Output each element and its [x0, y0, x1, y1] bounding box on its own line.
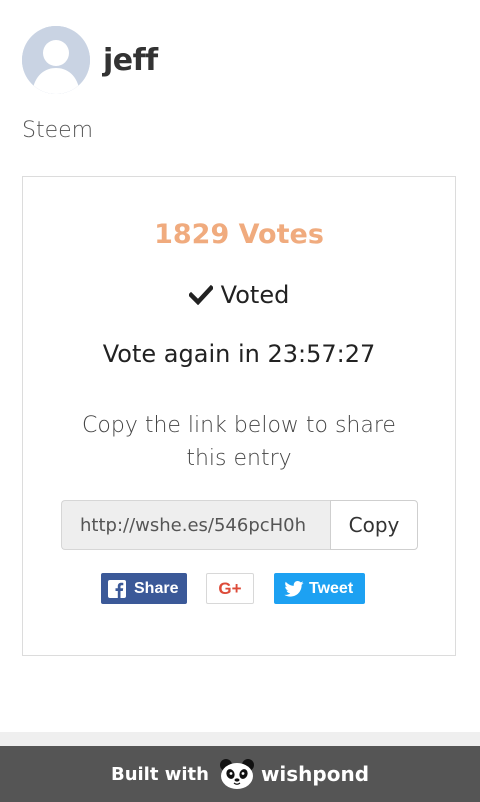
- share-link-field[interactable]: http://wshe.es/546pcH0h: [61, 500, 330, 550]
- footer-divider: [0, 732, 480, 746]
- footer-built-with: Built with: [110, 763, 209, 785]
- default-user-avatar-icon: [22, 26, 90, 94]
- googleplus-label: G+: [218, 578, 242, 598]
- panda-logo-icon: [219, 758, 255, 790]
- voted-status: Voted: [23, 281, 455, 309]
- facebook-share-label: Share: [134, 579, 179, 597]
- vote-count: 1829 Votes: [154, 219, 324, 250]
- facebook-share-button[interactable]: Share: [101, 573, 187, 604]
- twitter-tweet-button[interactable]: Tweet: [274, 573, 365, 604]
- checkmark-icon: [188, 285, 213, 305]
- vote-card: 1829 Votes Voted Vote again in 23:57:27 …: [22, 176, 456, 656]
- footer-brand: wishpond: [260, 762, 370, 786]
- googleplus-share-button[interactable]: G+: [206, 573, 254, 604]
- voted-label: Voted: [220, 281, 290, 309]
- avatar[interactable]: [22, 26, 90, 94]
- twitter-tweet-label: Tweet: [309, 579, 354, 597]
- profile-header: jeff: [22, 26, 158, 94]
- vote-again-timer: Vote again in 23:57:27: [102, 340, 376, 368]
- twitter-bird-icon: [284, 580, 304, 597]
- share-instruction: Copy the link below to share this entry: [82, 413, 396, 471]
- copy-button[interactable]: Copy: [330, 500, 418, 550]
- facebook-icon: [108, 579, 126, 598]
- footer[interactable]: Built with wishpond: [0, 746, 480, 802]
- profile-subtitle: Steem: [22, 118, 94, 143]
- profile-name: jeff: [103, 42, 158, 78]
- share-link-group: http://wshe.es/546pcH0h Copy: [61, 500, 418, 550]
